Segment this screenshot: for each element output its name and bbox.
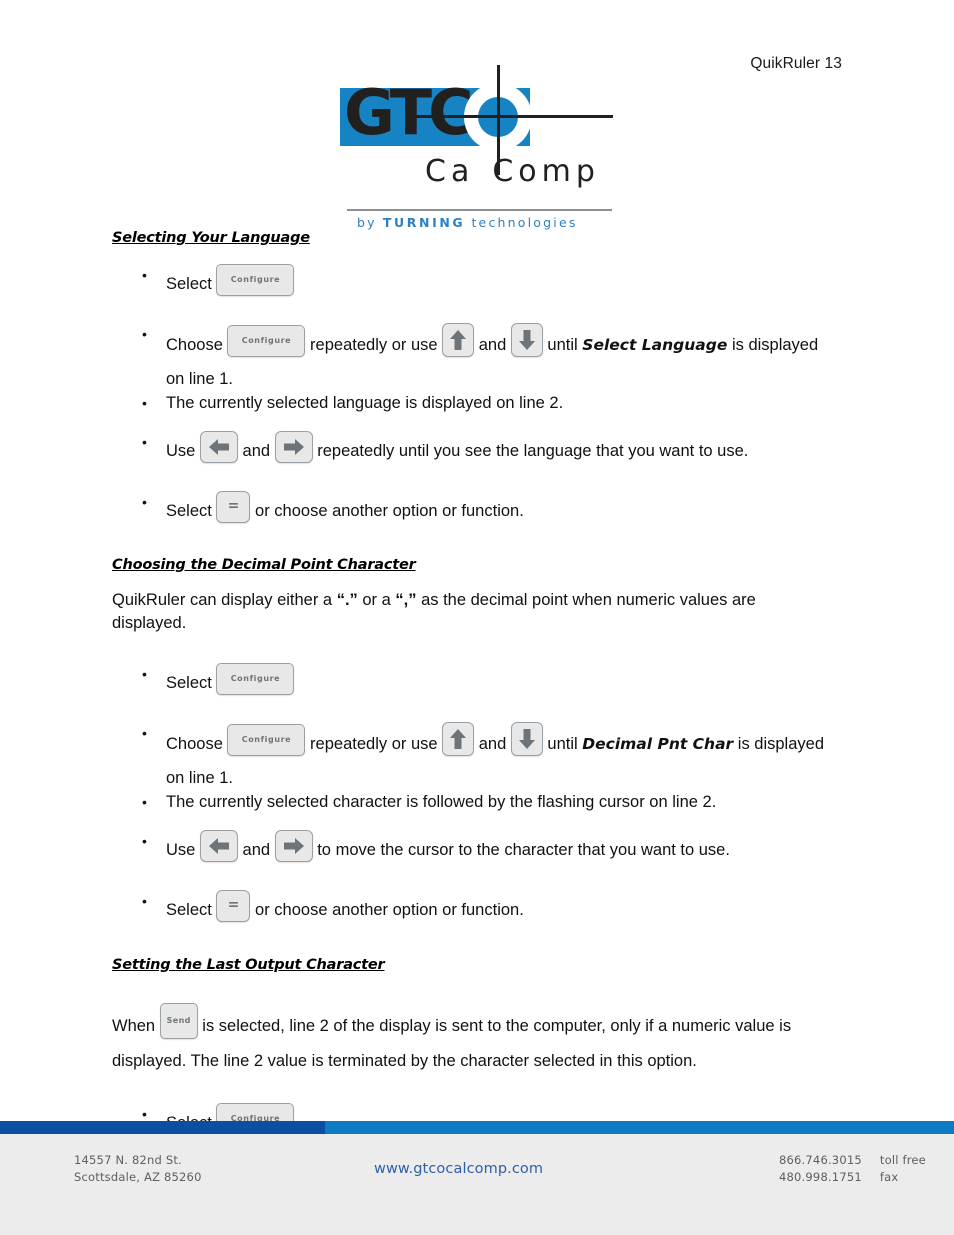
decimal-point-option-comma: “,” — [395, 591, 417, 609]
bullet-text: Select — [166, 274, 217, 293]
list-item: Use and repeatedly until you see the lan… — [112, 431, 832, 472]
configure-key[interactable]: Configure — [227, 325, 306, 357]
bullet-text: and — [237, 441, 275, 460]
arrow-down-key[interactable] — [510, 722, 543, 756]
bullet-text: Select — [166, 900, 217, 919]
footer-bar-light — [325, 1121, 954, 1134]
section-heading-setting-the-last-output-character: Setting the Last Output Character — [112, 957, 385, 973]
logo-tagline-brand: TURNING — [382, 215, 466, 230]
bullet-text: Choose — [166, 734, 228, 753]
paragraph-text: or a — [357, 591, 396, 609]
logo-brand-comp: Comp — [492, 154, 600, 189]
section-heading-selecting-your-language: Selecting Your Language — [112, 230, 310, 246]
logo-crosshair-horizontal-icon — [408, 115, 613, 118]
bullet-text: until — [542, 734, 583, 753]
list-item: Choose Configure repeatedly or use and u… — [112, 722, 832, 791]
arrow-down-key[interactable] — [510, 323, 543, 357]
footer-phone-fax-label: fax — [879, 1170, 899, 1184]
paragraph-text: is selected, line 2 of the display is se… — [112, 1016, 792, 1070]
arrow-right-key[interactable] — [274, 830, 313, 862]
bullet-text: repeatedly until you see the language th… — [312, 441, 749, 460]
list-item: Choose Configure repeatedly or use and u… — [112, 323, 832, 392]
bullet-text: until — [542, 335, 583, 354]
footer-phone-fax: 480.998.1751 — [779, 1170, 862, 1184]
logo-wordmark: GTC — [344, 76, 474, 149]
document-body: Selecting Your Language Select Configure… — [112, 230, 832, 1144]
bullet-text: repeatedly or use — [305, 734, 443, 753]
arrow-left-key[interactable] — [199, 830, 238, 862]
footer-address-line1: 14557 N. 82nd St. — [74, 1153, 182, 1167]
bullet-text: and — [474, 335, 511, 354]
bullet-text: Select — [166, 501, 217, 520]
list-item: Select = or choose another option or fun… — [112, 890, 832, 931]
emphasis-decimal-pnt-char: Decimal Pnt Char — [582, 734, 734, 753]
logo-divider — [347, 209, 612, 211]
footer-address-line2: Scottsdale, AZ 85260 — [74, 1170, 202, 1184]
bullet-text: Use — [166, 441, 200, 460]
section-heading-choosing-the-decimal-point-character: Choosing the Decimal Point Character — [112, 557, 416, 573]
paragraph-text: When — [112, 1016, 160, 1035]
list-item: The currently selected language is displ… — [112, 392, 832, 416]
logo-tagline: by TURNING technologies — [357, 215, 578, 230]
logo-tagline-suffix: technologies — [471, 215, 578, 230]
list-item: Select = or choose another option or fun… — [112, 491, 832, 532]
bullet-text: Select — [166, 673, 217, 692]
footer-color-bars — [0, 1121, 954, 1134]
bullet-text: or choose another option or function. — [250, 900, 524, 919]
list-item: Select Configure — [112, 663, 832, 704]
footer-contact-numbers: 866.746.3015 toll free 480.998.1751 fax — [779, 1152, 926, 1186]
bullet-list-selecting-your-language: Select Configure Choose Configure repeat… — [112, 264, 832, 532]
bullet-text: and — [237, 840, 275, 859]
logo-mark: GTC — [340, 65, 613, 175]
list-item: Use and to move the cursor to the charac… — [112, 830, 832, 871]
paragraph-last-output-character: When Send is selected, line 2 of the dis… — [112, 1003, 832, 1073]
paragraph-decimal-point: QuikRuler can display either a “.” or a … — [112, 589, 832, 635]
arrow-right-key[interactable] — [274, 431, 313, 463]
configure-key[interactable]: Configure — [216, 663, 295, 695]
bullet-text: The currently selected language is displ… — [166, 393, 564, 412]
bullet-list-choosing-the-decimal-point-character: Select Configure Choose Configure repeat… — [112, 663, 832, 931]
footer-address: 14557 N. 82nd St. Scottsdale, AZ 85260 — [74, 1152, 202, 1186]
equals-key[interactable]: = — [216, 890, 251, 922]
arrow-up-key[interactable] — [442, 722, 475, 756]
list-item: The currently selected character is foll… — [112, 791, 832, 815]
send-key[interactable]: Send — [159, 1003, 198, 1039]
page-running-head: QuikRuler 13 — [750, 55, 842, 72]
arrow-up-key[interactable] — [442, 323, 475, 357]
configure-key[interactable]: Configure — [216, 264, 295, 296]
gtco-calcomp-logo: GTC Ca Comp by TURNING technologies — [340, 65, 630, 232]
configure-key[interactable]: Configure — [227, 724, 306, 756]
logo-tagline-by: by — [357, 215, 377, 230]
bullet-text: or choose another option or function. — [250, 501, 524, 520]
list-item: Select Configure — [112, 264, 832, 305]
footer-website-link[interactable]: www.gtcocalcomp.com — [374, 1161, 543, 1177]
bullet-text: and — [474, 734, 511, 753]
decimal-point-option-dot: “.” — [336, 591, 358, 609]
bullet-text: Choose — [166, 335, 228, 354]
bullet-text: repeatedly or use — [305, 335, 443, 354]
arrow-left-key[interactable] — [199, 431, 238, 463]
emphasis-select-language: Select Language — [582, 335, 728, 354]
logo-brand-ca: Ca — [425, 154, 475, 189]
footer-bar-dark — [0, 1121, 325, 1134]
equals-key[interactable]: = — [216, 491, 251, 523]
footer-phone-toll-free: 866.746.3015 — [779, 1153, 862, 1167]
footer-phone-toll-free-label: toll free — [879, 1153, 926, 1167]
logo-brand-second-line: Ca Comp — [425, 154, 600, 189]
paragraph-text: QuikRuler can display either a — [112, 591, 337, 609]
bullet-text: Use — [166, 840, 200, 859]
bullet-text: The currently selected character is foll… — [166, 792, 717, 811]
bullet-text: to move the cursor to the character that… — [312, 840, 730, 859]
